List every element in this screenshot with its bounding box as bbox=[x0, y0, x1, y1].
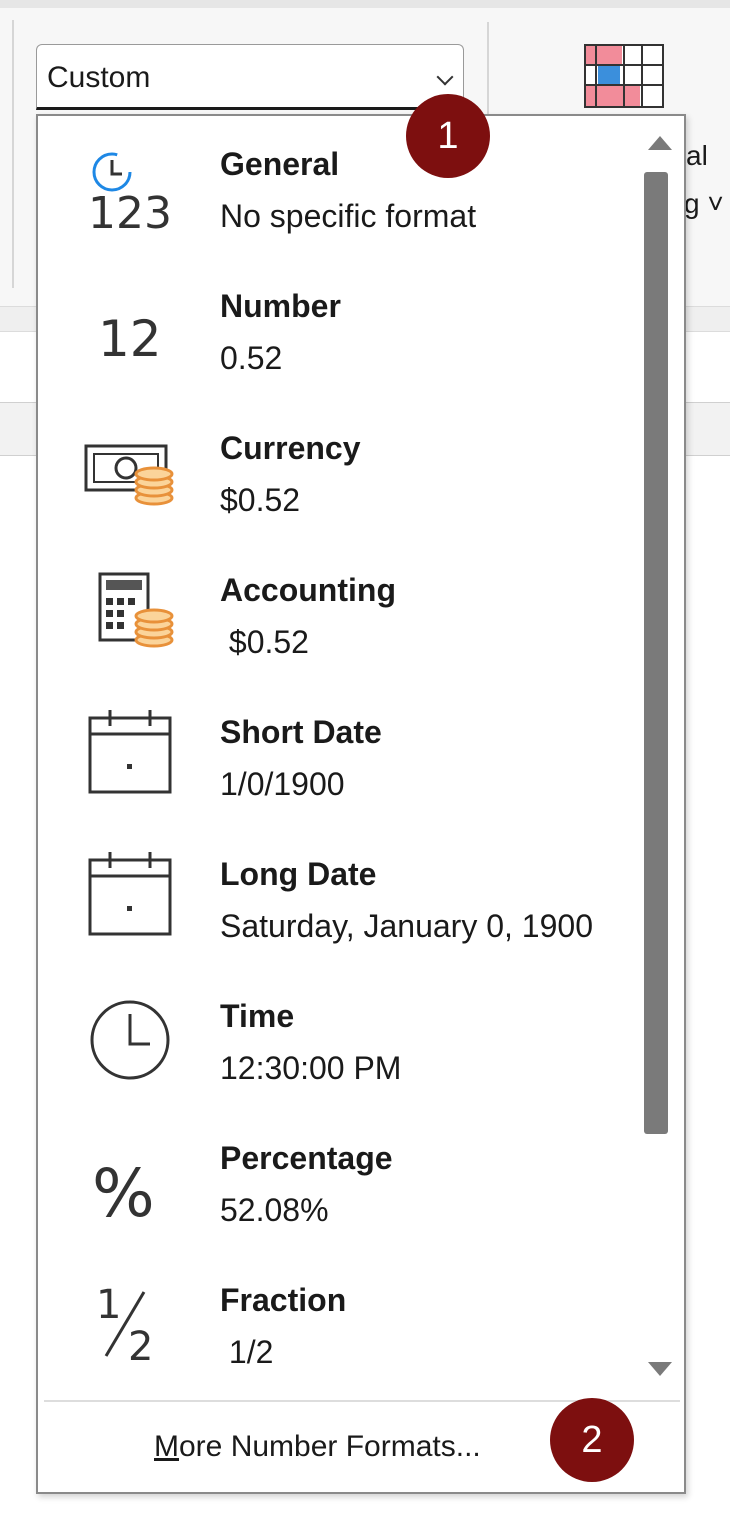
format-sample: 12:30:00 PM bbox=[220, 1050, 402, 1086]
number-format-combo[interactable]: Custom bbox=[36, 44, 464, 110]
scrollbar-thumb[interactable] bbox=[644, 172, 668, 1134]
currency-icon bbox=[84, 444, 174, 506]
mnemonic-letter: M bbox=[154, 1430, 179, 1463]
combo-value: Custom bbox=[47, 61, 151, 94]
format-sample: 1/2 bbox=[220, 1334, 274, 1370]
scrollbar[interactable] bbox=[638, 136, 678, 1396]
format-sample: No specific format bbox=[220, 198, 477, 234]
format-title: Long Date bbox=[220, 856, 377, 892]
ribbon-separator bbox=[487, 22, 489, 114]
general-icon-text: 123 bbox=[88, 188, 172, 232]
conditional-formatting-icon[interactable] bbox=[584, 44, 664, 108]
format-title: Fraction bbox=[220, 1282, 347, 1318]
format-title: Time bbox=[220, 998, 295, 1034]
format-item-short-date[interactable]: Short Date 1/0/1900 bbox=[38, 694, 638, 834]
conditional-formatting-label-line2[interactable]: g ˅ bbox=[684, 188, 724, 220]
format-item-number[interactable]: 12 Number 0.52 bbox=[38, 268, 638, 408]
percent-icon: % bbox=[92, 1155, 155, 1226]
format-sample: 0.52 bbox=[220, 340, 283, 376]
calendar-icon bbox=[88, 852, 172, 936]
fraction-denominator: 2 bbox=[128, 1324, 153, 1368]
format-sample: $0.52 bbox=[220, 482, 301, 518]
format-item-general[interactable]: 123 General No specific format bbox=[38, 126, 638, 266]
format-sample: 52.08% bbox=[220, 1192, 329, 1228]
fraction-numerator: 1 bbox=[96, 1282, 121, 1328]
format-item-percentage[interactable]: % Percentage 52.08% bbox=[38, 1120, 638, 1260]
scroll-down-arrow-icon[interactable] bbox=[648, 1362, 672, 1376]
calendar-icon bbox=[88, 710, 172, 794]
format-item-accounting[interactable]: Accounting $0.52 bbox=[38, 552, 638, 692]
chevron-down-icon[interactable] bbox=[436, 68, 454, 86]
format-item-fraction[interactable]: 1 2 Fraction 1/2 bbox=[38, 1262, 638, 1402]
more-number-formats-text: ore Number Formats... bbox=[179, 1430, 481, 1463]
callout-badge-1: 1 bbox=[406, 94, 490, 178]
general-123-icon: 123 bbox=[88, 152, 172, 232]
scroll-up-arrow-icon[interactable] bbox=[648, 136, 672, 150]
accounting-calculator-icon bbox=[98, 572, 174, 648]
fraction-icon: 1 2 bbox=[96, 1282, 153, 1368]
ribbon-top-strip bbox=[0, 0, 730, 8]
format-title: Number bbox=[220, 288, 341, 324]
format-item-currency[interactable]: Currency $0.52 bbox=[38, 410, 638, 550]
ribbon-group-edge bbox=[0, 20, 14, 288]
format-sample: 1/0/1900 bbox=[220, 766, 345, 802]
number-12-icon: 12 bbox=[98, 310, 162, 368]
clock-icon bbox=[90, 1000, 170, 1080]
format-title: Currency bbox=[220, 430, 361, 466]
format-item-long-date[interactable]: Long Date Saturday, January 0, 1900 bbox=[38, 836, 638, 976]
number-icon-text: 12 bbox=[98, 310, 162, 368]
format-item-time[interactable]: Time 12:30:00 PM bbox=[38, 978, 638, 1118]
format-title: Short Date bbox=[220, 714, 382, 750]
format-title: General bbox=[220, 146, 340, 182]
format-sample: Saturday, January 0, 1900 bbox=[220, 908, 593, 944]
format-title: Accounting bbox=[220, 572, 396, 608]
percent-icon-text: % bbox=[92, 1155, 155, 1226]
format-title: Percentage bbox=[220, 1140, 393, 1176]
more-number-formats-label: More Number Formats... bbox=[154, 1430, 481, 1464]
callout-badge-2: 2 bbox=[550, 1398, 634, 1482]
number-format-dropdown: 123 General No specific format 12 Number… bbox=[36, 114, 686, 1494]
conditional-formatting-label-line1[interactable]: al bbox=[686, 140, 708, 172]
format-sample: $0.52 bbox=[220, 624, 309, 660]
